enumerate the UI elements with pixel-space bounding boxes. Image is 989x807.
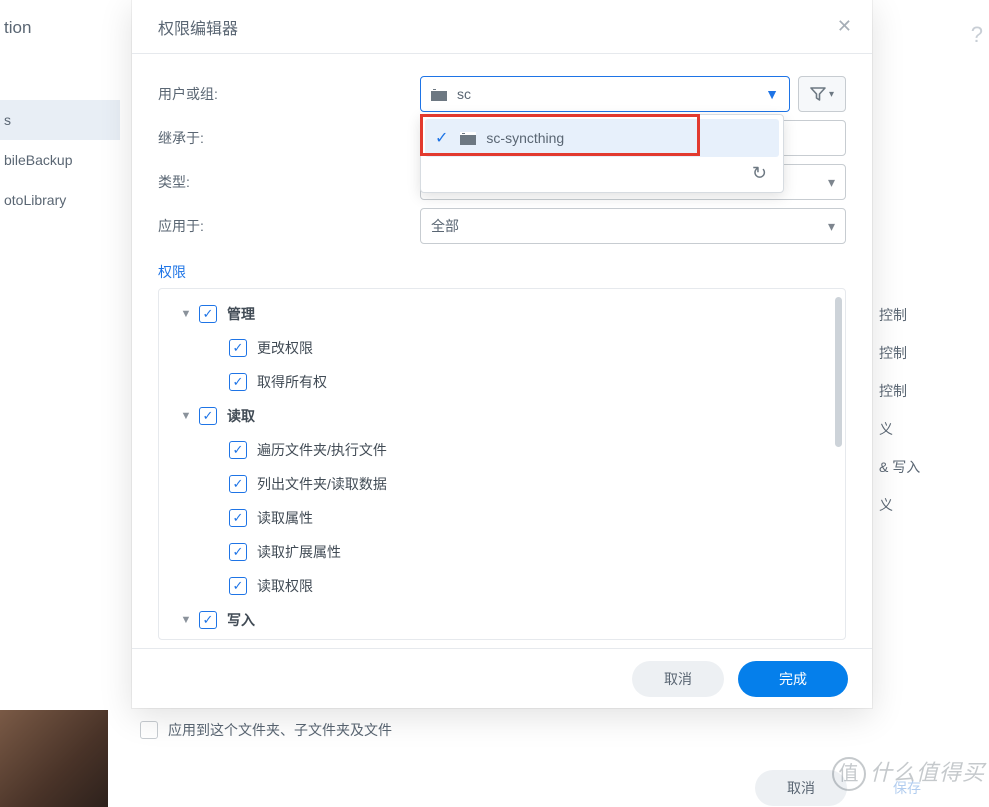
- permission-editor-dialog: 权限编辑器 ✕ 用户或组: sc ▼ ▾ 继承于:: [132, 0, 872, 708]
- app-icon: [460, 132, 476, 145]
- tree-item[interactable]: ▼✓ 遍历文件夹/执行文件: [209, 433, 845, 467]
- tree-group-write[interactable]: ▼ ✓ 写入: [179, 603, 845, 637]
- section-permissions: 权限: [158, 262, 846, 282]
- select-value: sc: [457, 86, 765, 102]
- bg-right-item: 控制: [879, 334, 949, 372]
- dialog-title: 权限编辑器: [158, 15, 238, 39]
- dropdown-item-sc-syncthing[interactable]: ✓ sc-syncthing: [425, 119, 779, 157]
- checkbox-icon[interactable]: ✓: [199, 305, 217, 323]
- close-icon[interactable]: ✕: [837, 16, 852, 37]
- bg-right-item: & 写入: [879, 448, 949, 486]
- tree-label: 列出文件夹/读取数据: [257, 474, 387, 494]
- select-value: 全部: [431, 216, 828, 236]
- sidebar-item[interactable]: otoLibrary: [0, 180, 120, 220]
- filter-button[interactable]: ▾: [798, 76, 846, 112]
- bg-save-button[interactable]: 保存: [861, 770, 953, 806]
- tree-item[interactable]: ▼✓ 读取属性: [209, 501, 845, 535]
- done-button[interactable]: 完成: [738, 661, 848, 697]
- checkbox-icon[interactable]: ✓: [229, 475, 247, 493]
- tree-label: 读取权限: [257, 576, 313, 596]
- checkbox-icon[interactable]: ✓: [229, 339, 247, 357]
- tree-label: 遍历文件夹/执行文件: [257, 440, 387, 460]
- tree-label: 取得所有权: [257, 372, 327, 392]
- apply-recursive-checkbox[interactable]: 应用到这个文件夹、子文件夹及文件: [140, 720, 392, 740]
- app-icon: [431, 88, 447, 101]
- collapse-icon[interactable]: ▼: [179, 614, 193, 626]
- bg-right-item: 义: [879, 486, 949, 524]
- bg-thumbnail: [0, 710, 108, 807]
- caret-down-icon: ▾: [828, 174, 835, 191]
- checkbox-icon[interactable]: ✓: [229, 441, 247, 459]
- scrollbar[interactable]: [835, 297, 842, 447]
- checkbox-icon[interactable]: ✓: [229, 543, 247, 561]
- help-icon[interactable]: ?: [971, 22, 983, 48]
- permission-tree: ▼ ✓ 管理 ▼ ✓ 更改权限 ▼ ✓ 取得所有权: [158, 288, 846, 640]
- tree-item[interactable]: ▼ ✓ 取得所有权: [209, 365, 845, 399]
- apply-to-select[interactable]: 全部 ▾: [420, 208, 846, 244]
- checkbox-icon[interactable]: ✓: [229, 577, 247, 595]
- tree-group-manage[interactable]: ▼ ✓ 管理: [179, 297, 845, 331]
- checkbox-label: 应用到这个文件夹、子文件夹及文件: [168, 720, 392, 740]
- dropdown-item-label: sc-syncthing: [486, 130, 564, 146]
- funnel-icon: [810, 87, 826, 101]
- tree-label: 读取属性: [257, 508, 313, 528]
- label-apply-to: 应用于:: [158, 216, 420, 236]
- bg-sidebar: s bileBackup otoLibrary: [0, 100, 120, 220]
- sidebar-item[interactable]: s: [0, 100, 120, 140]
- checkbox-icon[interactable]: ✓: [199, 407, 217, 425]
- user-group-dropdown: ✓ sc-syncthing ↻: [420, 114, 784, 193]
- tree-item[interactable]: ▼ ✓ 更改权限: [209, 331, 845, 365]
- tree-label: 读取: [227, 406, 255, 426]
- tree-label: 写入: [227, 610, 255, 630]
- refresh-button[interactable]: ↻: [425, 157, 779, 188]
- checkbox-icon[interactable]: [140, 721, 158, 739]
- check-icon: ✓: [435, 128, 448, 148]
- bg-right-item: 义: [879, 410, 949, 448]
- tree-item[interactable]: ▼✓ 读取扩展属性: [209, 535, 845, 569]
- user-or-group-select[interactable]: sc ▼: [420, 76, 790, 112]
- sidebar-item[interactable]: bileBackup: [0, 140, 120, 180]
- refresh-icon: ↻: [752, 163, 767, 184]
- checkbox-icon[interactable]: ✓: [229, 509, 247, 527]
- cancel-button[interactable]: 取消: [632, 661, 724, 697]
- collapse-icon[interactable]: ▼: [179, 410, 193, 422]
- bg-right-item: 控制: [879, 372, 949, 410]
- bg-right-column: 控制 控制 控制 义 & 写入 义: [879, 296, 949, 524]
- bg-right-item: 控制: [879, 296, 949, 334]
- tree-item[interactable]: ▼✓ 读取权限: [209, 569, 845, 603]
- tree-label: 管理: [227, 304, 255, 324]
- label-inherit: 继承于:: [158, 128, 420, 148]
- caret-down-icon: ▾: [828, 218, 835, 235]
- tree-label: 读取扩展属性: [257, 542, 341, 562]
- caret-down-icon: ▾: [829, 89, 834, 100]
- checkbox-icon[interactable]: ✓: [199, 611, 217, 629]
- bg-cancel-button[interactable]: 取消: [755, 770, 847, 806]
- tree-group-read[interactable]: ▼ ✓ 读取: [179, 399, 845, 433]
- label-type: 类型:: [158, 172, 420, 192]
- tree-item[interactable]: ▼✓ 列出文件夹/读取数据: [209, 467, 845, 501]
- caret-down-icon: ▼: [765, 86, 779, 102]
- collapse-icon[interactable]: ▼: [179, 308, 193, 320]
- tree-label: 更改权限: [257, 338, 313, 358]
- checkbox-icon[interactable]: ✓: [229, 373, 247, 391]
- label-user-or-group: 用户或组:: [158, 84, 420, 104]
